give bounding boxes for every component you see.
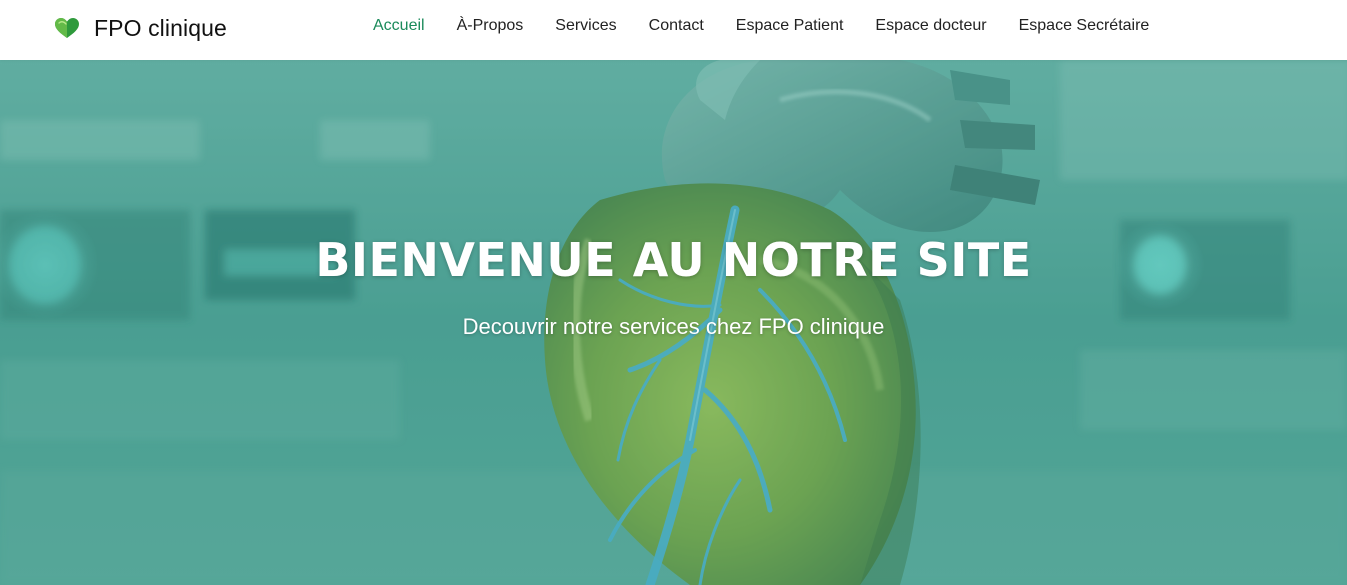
- nav-link-espace-secretaire[interactable]: Espace Secrétaire: [1019, 17, 1150, 34]
- hero-title: BIENVENUE AU NOTRE SITE: [315, 233, 1032, 287]
- nav-link-contact[interactable]: Contact: [649, 17, 704, 34]
- navbar: FPO clinique Accueil À-Propos Services C…: [0, 0, 1347, 60]
- nav-item: Espace Secrétaire: [1019, 17, 1150, 35]
- nav-item: Espace docteur: [875, 17, 986, 35]
- nav-link-espace-patient[interactable]: Espace Patient: [736, 17, 844, 34]
- green-heart-icon: [55, 18, 79, 38]
- nav-link-espace-docteur[interactable]: Espace docteur: [875, 17, 986, 34]
- nav-item: Accueil: [373, 17, 425, 35]
- hero-subtitle: Decouvrir notre services chez FPO cliniq…: [462, 314, 885, 339]
- nav-item: À-Propos: [457, 17, 524, 35]
- nav-item: Espace Patient: [736, 17, 844, 35]
- hero-section: BIENVENUE AU NOTRE SITE Decouvrir notre …: [0, 60, 1347, 585]
- nav-link-services[interactable]: Services: [555, 17, 616, 34]
- nav-item: Services: [555, 17, 616, 35]
- brand-name: FPO clinique: [94, 14, 227, 41]
- main-nav: Accueil À-Propos Services Contact Espace…: [373, 17, 1149, 35]
- nav-link-accueil[interactable]: Accueil: [373, 17, 425, 34]
- brand-logo-link[interactable]: FPO clinique: [54, 14, 227, 42]
- nav-item: Contact: [649, 17, 704, 35]
- nav-link-a-propos[interactable]: À-Propos: [457, 17, 524, 34]
